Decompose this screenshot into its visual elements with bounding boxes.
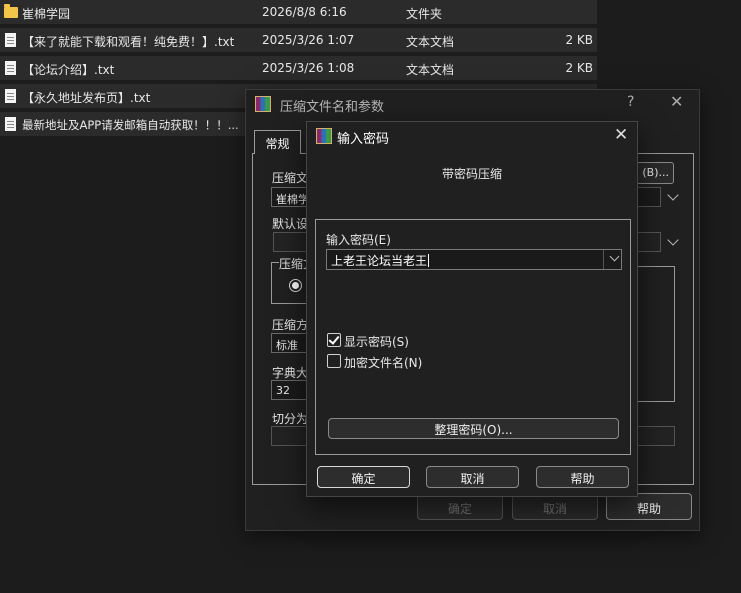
- file-row[interactable]: 【论坛介绍】.txt 2025/3/26 1:08 文本文档 2 KB: [0, 56, 597, 80]
- text-file-icon: [5, 89, 16, 103]
- file-size: 2 KB: [565, 61, 593, 75]
- method-label: 压缩方: [272, 318, 309, 332]
- dialog-title: 压缩文件名和参数: [280, 100, 385, 115]
- ok-button[interactable]: 确定: [317, 466, 410, 488]
- chevron-down-icon[interactable]: [667, 189, 679, 201]
- file-name: 崔棉学园: [22, 7, 71, 21]
- dict-size-label: 字典大: [272, 366, 309, 380]
- close-icon[interactable]: ✕: [614, 125, 628, 145]
- encrypt-filenames-label[interactable]: 加密文件名(N): [344, 354, 422, 371]
- dict-size-select[interactable]: 32: [271, 380, 309, 400]
- password-group: 输入密码(E) 上老王论坛当老王 显示密码(S) 加密文件名(N) 整理密码(O…: [315, 219, 631, 455]
- file-name: 最新地址及APP请发邮箱自动获取！！！...: [22, 118, 239, 132]
- file-row-folder[interactable]: 崔棉学园 2026/8/8 6:16 文件夹: [0, 0, 597, 24]
- close-icon[interactable]: ✕: [670, 92, 683, 111]
- file-name: 【永久地址发布页】.txt: [22, 91, 151, 105]
- organize-passwords-button[interactable]: 整理密码(O)...: [328, 418, 619, 439]
- default-profile-label: 默认设: [272, 217, 309, 231]
- show-password-label[interactable]: 显示密码(S): [344, 333, 409, 350]
- file-size: 2 KB: [565, 33, 593, 47]
- text-file-icon: [5, 33, 16, 47]
- file-type: 文本文档: [406, 35, 455, 49]
- ok-button[interactable]: 确定: [417, 493, 503, 520]
- file-row[interactable]: 【来了就能下载和观看！纯免费！】.txt 2025/3/26 1:07 文本文档…: [0, 28, 597, 52]
- winrar-icon: [255, 96, 271, 112]
- password-input[interactable]: 上老王论坛当老王: [326, 249, 622, 270]
- dialog-subtitle: 带密码压缩: [441, 167, 502, 181]
- file-name: 【来了就能下载和观看！纯免费！】.txt: [22, 35, 235, 49]
- password-label: 输入密码(E): [326, 233, 391, 247]
- tab-general[interactable]: 常规: [254, 130, 301, 154]
- dialog-title: 输入密码: [337, 132, 390, 147]
- password-dialog: 输入密码 ✕ 带密码压缩 输入密码(E) 上老王论坛当老王 显示密码(S) 加密…: [306, 121, 638, 497]
- chevron-down-icon[interactable]: [667, 234, 679, 246]
- split-field[interactable]: [271, 426, 309, 446]
- format-radio[interactable]: [289, 279, 302, 292]
- file-name: 【论坛介绍】.txt: [22, 63, 115, 77]
- winrar-icon: [316, 128, 332, 144]
- cancel-button[interactable]: 取消: [426, 466, 519, 488]
- cancel-button[interactable]: 取消: [512, 493, 598, 520]
- help-icon[interactable]: ?: [627, 94, 634, 110]
- password-value: 上老王论坛当老王: [331, 254, 428, 268]
- encrypt-filenames-checkbox[interactable]: [327, 354, 341, 368]
- chevron-down-icon[interactable]: [609, 251, 620, 262]
- help-button[interactable]: 帮助: [536, 466, 629, 488]
- folder-icon: [4, 4, 18, 18]
- archive-name-label: 压缩文: [272, 171, 309, 185]
- show-password-checkbox[interactable]: [327, 333, 341, 347]
- file-row[interactable]: 最新地址及APP请发邮箱自动获取！！！...: [0, 112, 255, 136]
- format-label: 压缩文: [279, 255, 309, 272]
- archive-name-field[interactable]: 崔棉学: [271, 187, 309, 207]
- text-file-icon: [5, 61, 16, 75]
- split-label: 切分为: [272, 412, 309, 426]
- file-date: 2025/3/26 1:07: [262, 33, 355, 47]
- file-date: 2025/3/26 1:08: [262, 61, 355, 75]
- help-button[interactable]: 帮助: [606, 493, 692, 520]
- text-file-icon: [5, 117, 16, 131]
- method-select[interactable]: 标准: [271, 333, 309, 353]
- split-field-end: [633, 426, 675, 446]
- file-type: 文件夹: [406, 7, 443, 21]
- dialog-titlebar[interactable]: 输入密码 ✕: [307, 122, 637, 150]
- browse-button[interactable]: (B)...: [632, 162, 674, 184]
- file-date: 2026/8/8 6:16: [262, 5, 347, 19]
- file-type: 文本文档: [406, 63, 455, 77]
